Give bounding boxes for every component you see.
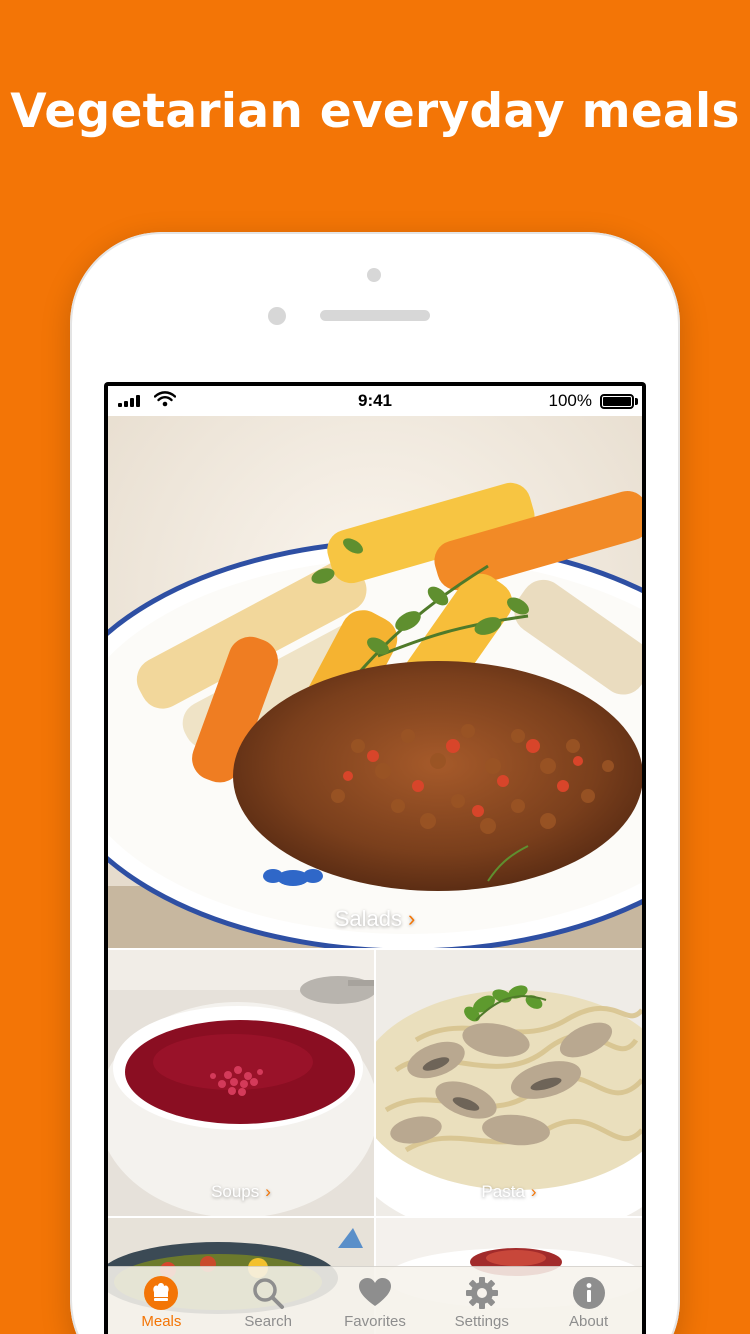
chevron-right-icon: › <box>530 1182 537 1201</box>
gear-icon <box>464 1275 500 1311</box>
tab-favorites[interactable]: Favorites <box>322 1267 428 1334</box>
chef-hat-icon <box>143 1275 179 1311</box>
status-bar: 9:41 100% <box>108 386 642 416</box>
category-label-salads: Salads › <box>334 906 416 931</box>
search-icon <box>250 1275 286 1311</box>
sensor-dot <box>268 307 286 325</box>
category-tile-salads[interactable]: Salads › <box>108 416 642 948</box>
app-screen: Salads › Soups › Pasta › 9:41 100% Meals… <box>108 386 642 1334</box>
tab-label-settings: Settings <box>454 1313 509 1330</box>
battery-icon <box>600 394 634 409</box>
category-label-soups: Soups › <box>211 1182 271 1201</box>
phone-screen: Salads › Soups › Pasta › 9:41 100% Meals… <box>104 382 646 1334</box>
chevron-right-icon: › <box>407 906 416 931</box>
tab-about[interactable]: About <box>536 1267 642 1334</box>
tab-label-search: Search <box>244 1313 292 1330</box>
category-label-pasta: Pasta › <box>481 1182 537 1201</box>
tab-settings[interactable]: Settings <box>429 1267 535 1334</box>
category-tile-pasta[interactable]: Pasta › <box>376 950 642 1216</box>
category-tile-soups[interactable]: Soups › <box>108 950 374 1216</box>
tab-label-favorites: Favorites <box>344 1313 406 1330</box>
chevron-right-icon: › <box>265 1182 271 1201</box>
camera-dot <box>367 268 381 282</box>
tab-label-meals: Meals <box>141 1313 182 1330</box>
soups-photo <box>108 950 374 1216</box>
pasta-photo <box>376 950 642 1216</box>
tab-label-about: About <box>568 1313 609 1330</box>
tab-bar: Meals Search Favorites Settings About <box>108 1266 642 1334</box>
info-icon <box>571 1275 607 1311</box>
marketing-headline: Vegetarian everyday meals <box>10 84 740 139</box>
tab-search[interactable]: Search <box>215 1267 321 1334</box>
heart-icon <box>357 1275 393 1311</box>
battery-percentage: 100% <box>548 391 592 410</box>
tab-meals[interactable]: Meals <box>108 1267 214 1334</box>
salads-photo <box>108 416 642 948</box>
earpiece-speaker <box>320 310 430 321</box>
battery-tip <box>635 398 638 405</box>
